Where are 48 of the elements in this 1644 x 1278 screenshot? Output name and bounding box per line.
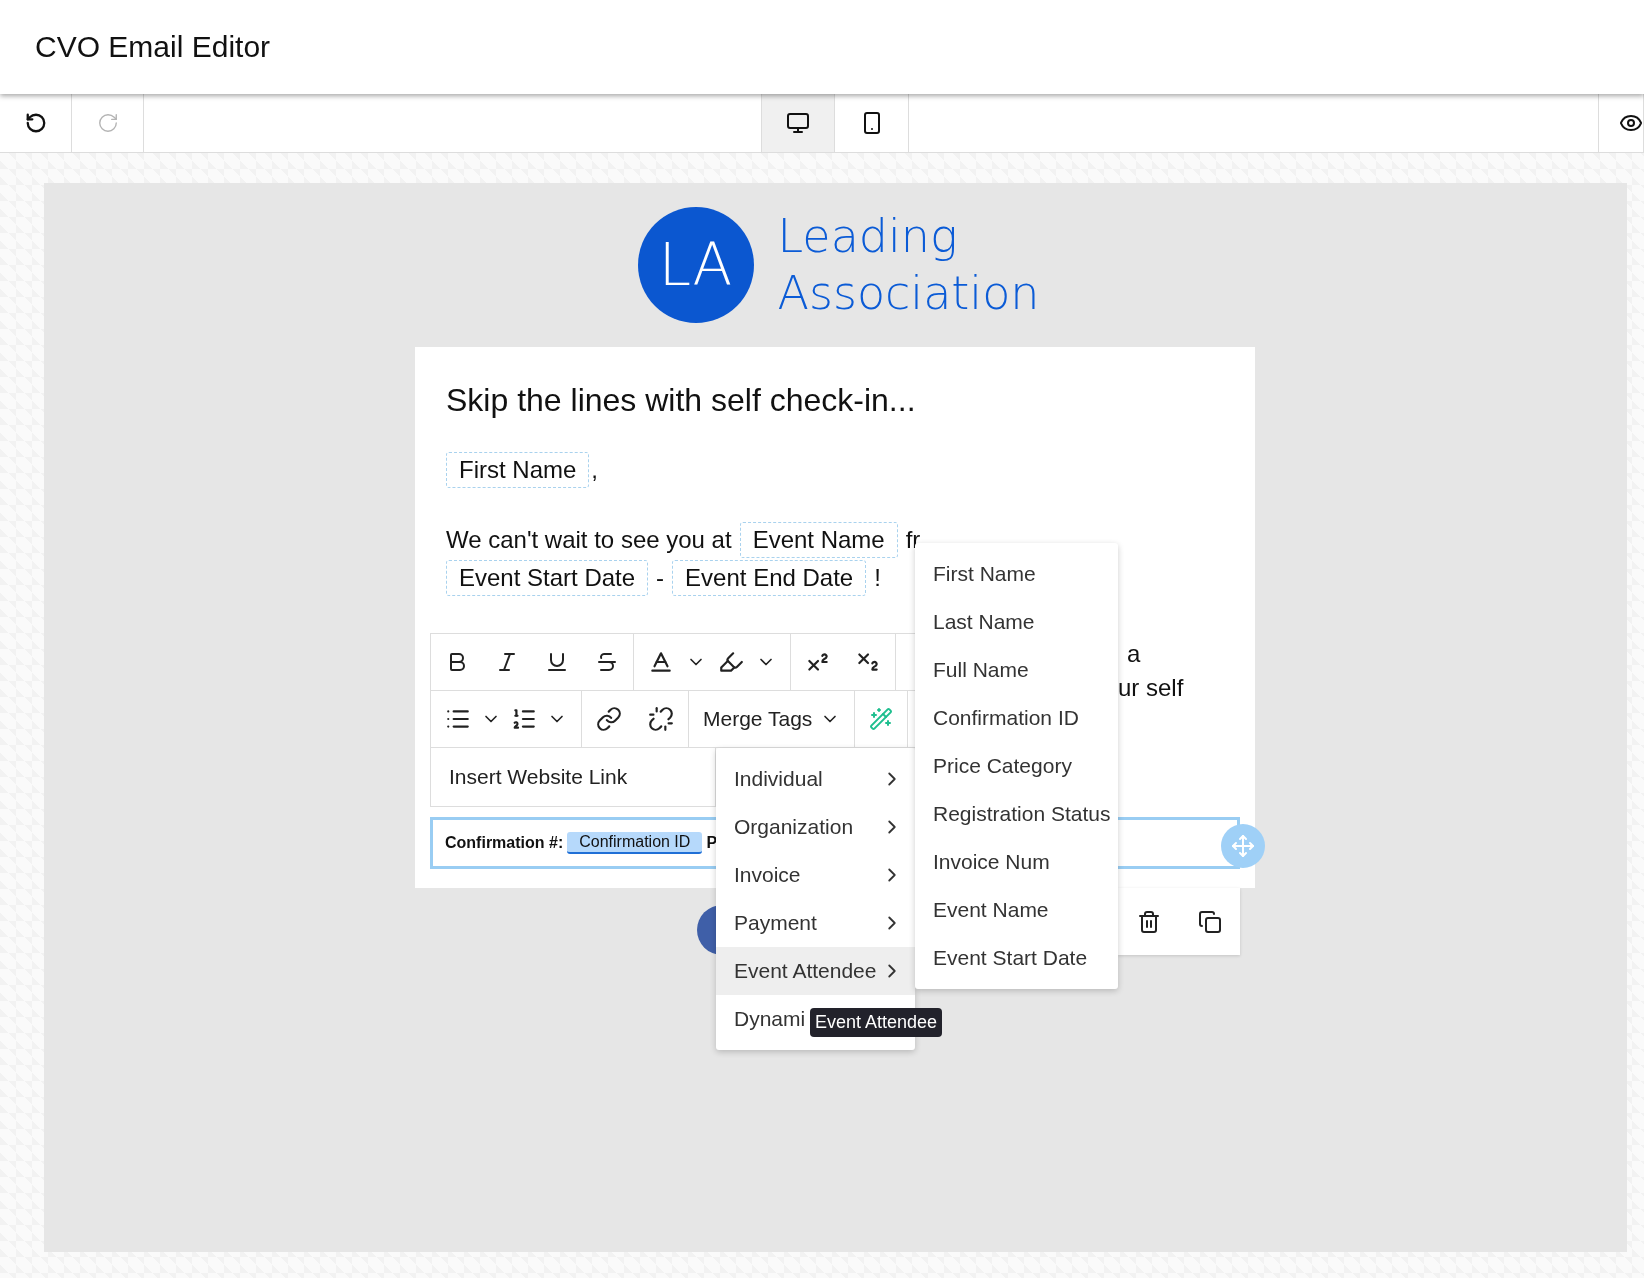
menu-item[interactable]: Registration Status	[915, 790, 1118, 838]
email-text: a	[1126, 639, 1142, 669]
redo-icon	[96, 112, 119, 134]
menu-item[interactable]: Invoice	[716, 851, 915, 899]
link-icon[interactable]	[596, 706, 622, 732]
confirmation-label: Confirmation #:	[445, 834, 564, 852]
unlink-icon[interactable]	[648, 706, 674, 732]
merge-tag[interactable]: First Name	[446, 452, 590, 488]
logo-text: Leading	[777, 208, 959, 265]
move-handle[interactable]	[1221, 824, 1265, 868]
logo-mark: LA	[637, 207, 754, 323]
logo-text: Association	[777, 265, 1040, 322]
merge-tag[interactable]: Event End Date	[672, 560, 867, 596]
menu-item[interactable]: Individual	[716, 755, 915, 803]
numbered-list-icon[interactable]	[511, 706, 537, 732]
duplicate-icon[interactable]	[1197, 909, 1222, 934]
underline-icon[interactable]	[545, 650, 569, 674]
menu-item[interactable]: Event Name	[915, 886, 1118, 934]
highlighter-icon[interactable]	[718, 649, 744, 675]
email-text: We can't wait to see you at	[446, 525, 732, 555]
menu-item[interactable]: Confirmation ID	[915, 694, 1118, 742]
desktop-icon	[786, 111, 810, 135]
email-text: ,	[591, 455, 598, 485]
delete-icon[interactable]	[1136, 909, 1161, 934]
menu-item[interactable]: Price Category	[915, 742, 1118, 790]
menu-item[interactable]: Organization	[716, 803, 915, 851]
menu-item[interactable]: Full Name	[915, 646, 1118, 694]
email-text: P	[706, 834, 718, 852]
desktop-view-button[interactable]	[761, 94, 835, 152]
text-color-icon[interactable]	[648, 649, 674, 675]
merge-tag[interactable]: Event Start Date	[446, 560, 649, 596]
undo-icon	[24, 112, 47, 134]
email-heading: Skip the lines with self check-in...	[446, 381, 917, 419]
app-title: CVO Email Editor	[35, 30, 271, 64]
menu-item[interactable]: Last Name	[915, 598, 1118, 646]
tooltip: Event Attendee	[810, 1008, 943, 1037]
email-text: ur self	[1118, 673, 1185, 703]
preview-button[interactable]	[1598, 94, 1644, 152]
menu-item[interactable]: Payment	[716, 899, 915, 947]
menu-item[interactable]: Event Start Date	[915, 934, 1118, 982]
merge-tags-dropdown[interactable]: Merge Tags	[703, 707, 841, 731]
email-text: !	[874, 563, 881, 593]
strikethrough-icon[interactable]	[595, 650, 619, 674]
email-text: -	[656, 563, 665, 593]
merge-tag[interactable]: Event Name	[739, 522, 898, 558]
menu-item[interactable]: Invoice Num	[915, 838, 1118, 886]
menu-item[interactable]: Event Attendee	[716, 947, 915, 995]
merge-tag[interactable]: Confirmation ID	[567, 832, 703, 854]
